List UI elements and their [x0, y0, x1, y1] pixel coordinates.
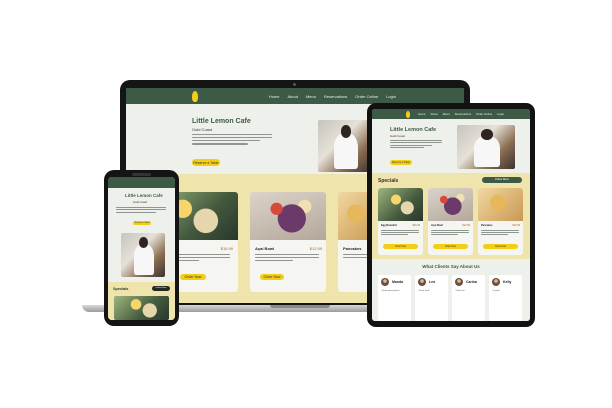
tablet-screen: Home About Menu Reservations Order Onlin…: [372, 109, 530, 321]
nav-item-login[interactable]: Login: [497, 112, 504, 116]
hero-chef-image: [457, 125, 515, 169]
phone-specials-section: Specials Online Menu: [108, 282, 175, 320]
client-quote: "Great food": [418, 290, 430, 292]
egg-benedict-image: [378, 188, 423, 221]
client-quote: "Delicious": [455, 290, 466, 292]
card-price: $16.99: [412, 224, 420, 227]
testimonials-section: What Clients Say About Us Manda "Great a…: [372, 261, 530, 321]
nav-item-about[interactable]: About: [287, 94, 297, 99]
phone-nav-bar: [108, 177, 175, 188]
testimonial-card: Carina "Delicious": [452, 275, 485, 321]
client-name: Manda: [392, 280, 404, 284]
special-card: Pancakes $15.99 Order Now: [478, 188, 523, 255]
avatar: [418, 278, 426, 286]
client-name: Leo: [429, 280, 436, 284]
special-card: Açai Bowl $12.99 Order Now: [428, 188, 473, 255]
testimonial-card: Kelly "Lovely!": [489, 275, 522, 321]
card-price: $16.99: [220, 246, 233, 251]
reserve-table-button[interactable]: Reserve a Table: [390, 160, 412, 165]
nav-item-menu[interactable]: Menu: [443, 112, 450, 116]
avatar: [381, 278, 389, 286]
client-quote: "Great atmosphere": [381, 290, 401, 292]
nav-item-reservations[interactable]: Reservations: [455, 112, 471, 116]
reserve-table-button[interactable]: Reserve a Table: [192, 159, 220, 166]
egg-benedict-image: [114, 296, 169, 320]
card-name: Açai Bowl: [255, 246, 275, 251]
client-quote: "Lovely!": [492, 290, 501, 292]
hero-description: [390, 140, 442, 150]
lemon-logo-icon[interactable]: [406, 110, 410, 118]
hero-title: Little Lemon Cafe: [125, 193, 163, 198]
card-price: $12.99: [309, 246, 322, 251]
laptop-nav-links: Home About Menu Reservations Order Onlin…: [269, 94, 396, 99]
tablet-specials-section: Specials Online Menu Egg Benedict $16.99…: [372, 173, 530, 259]
lemon-logo-icon[interactable]: [192, 90, 198, 102]
laptop-nav-bar: Home About Menu Reservations Order Onlin…: [126, 88, 464, 104]
tablet-hero: Little Lemon Cafe Gold Coast Reserve a T…: [372, 119, 530, 175]
hero-description: [192, 134, 272, 146]
hero-title: Little Lemon Cafe: [390, 127, 437, 133]
avatar: [455, 278, 463, 286]
nav-item-home[interactable]: Home: [418, 112, 425, 116]
hero-subtitle: Gold Coast: [390, 134, 406, 138]
pancakes-image: [478, 188, 523, 221]
order-button[interactable]: Order Now: [260, 274, 284, 280]
laptop-notch: [270, 305, 330, 308]
card-price: $12.99: [462, 224, 470, 227]
acai-bowl-image: [428, 188, 473, 221]
hero-subtitle: Gold Coast: [133, 200, 147, 204]
card-description: [381, 230, 419, 237]
phone-screen: Little Lemon Cafe Gold Coast Reserve a T…: [108, 177, 175, 320]
laptop-camera: [293, 83, 296, 86]
hero-chef-image: [318, 120, 372, 172]
card-name: Pancakes: [481, 224, 493, 227]
testimonial-card: Manda "Great atmosphere": [378, 275, 411, 321]
client-name: Carina: [466, 280, 477, 284]
phone-device: Little Lemon Cafe Gold Coast Reserve a T…: [104, 170, 179, 326]
card-description: [431, 230, 469, 237]
phone-notch: [132, 173, 151, 176]
order-button[interactable]: Order Now: [483, 244, 518, 249]
hero-chef-image: [121, 233, 165, 277]
online-menu-button[interactable]: Online Menu: [482, 177, 522, 183]
card-name: Açai Bowl: [431, 224, 443, 227]
special-card: Açai Bowl $12.99 Order Now: [250, 192, 326, 292]
tablet-nav-bar: Home About Menu Reservations Order Onlin…: [372, 109, 530, 119]
hero-description: [116, 207, 166, 214]
order-button[interactable]: Order Now: [180, 274, 206, 280]
order-button[interactable]: Order Now: [433, 244, 468, 249]
hero-title: Little Lemon Cafe: [192, 118, 251, 125]
nav-item-reservations[interactable]: Reservations: [324, 94, 347, 99]
card-price: $15.99: [512, 224, 520, 227]
online-menu-button[interactable]: Online Menu: [152, 286, 170, 291]
card-description: [255, 254, 319, 263]
specials-title: Specials: [113, 287, 129, 291]
testimonials-title: What Clients Say About Us: [422, 264, 480, 269]
card-name: Egg Benedict: [381, 224, 397, 227]
nav-item-order-online[interactable]: Order Online: [355, 94, 378, 99]
nav-item-order-online[interactable]: Order Online: [476, 112, 492, 116]
card-name: Pancakes: [343, 246, 362, 251]
tablet-device: Home About Menu Reservations Order Onlin…: [367, 103, 535, 327]
testimonial-card: Leo "Great food": [415, 275, 448, 321]
nav-item-home[interactable]: Home: [269, 94, 280, 99]
nav-item-menu[interactable]: Menu: [306, 94, 316, 99]
avatar: [492, 278, 500, 286]
tablet-nav-links: Home About Menu Reservations Order Onlin…: [418, 112, 504, 116]
order-button[interactable]: Order Now: [383, 244, 418, 249]
card-description: [481, 230, 519, 237]
specials-title: Specials: [378, 178, 399, 184]
hero-subtitle: Gold Coast: [192, 127, 213, 132]
nav-item-login[interactable]: Login: [386, 94, 396, 99]
special-card: Egg Benedict $16.99 Order Now: [378, 188, 423, 255]
reserve-table-button[interactable]: Reserve a Table: [133, 221, 151, 225]
acai-bowl-image: [250, 192, 326, 240]
client-name: Kelly: [503, 280, 512, 284]
nav-item-about[interactable]: About: [430, 112, 437, 116]
